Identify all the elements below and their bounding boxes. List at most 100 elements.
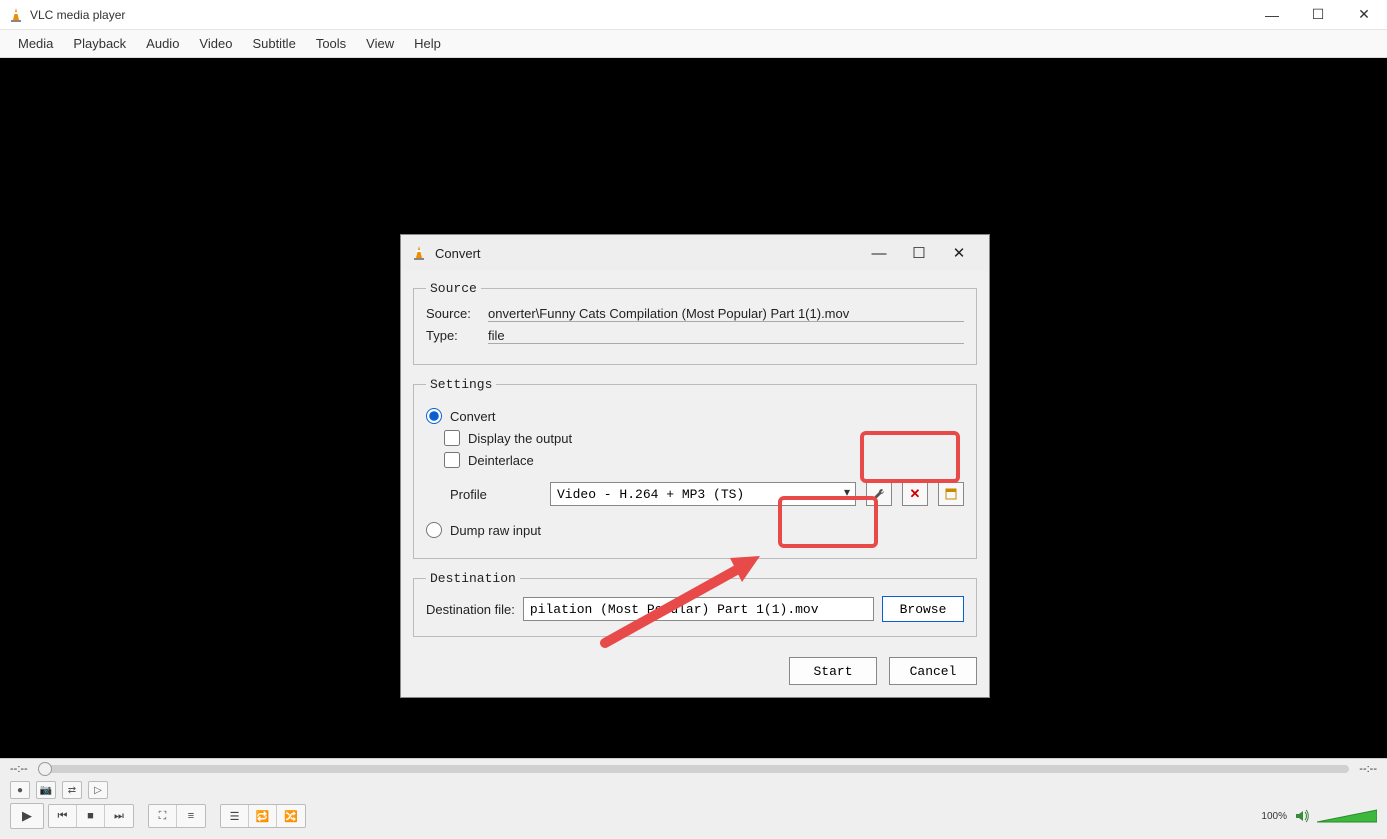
type-label: Type:	[426, 328, 488, 344]
skip-forward-icon: ⏭	[114, 810, 124, 823]
window-controls: — ☐ ✕	[1249, 0, 1387, 30]
video-area: Convert — ☐ ✕ Source Source: onverter\Fu…	[0, 58, 1387, 758]
volume-slider[interactable]	[1317, 808, 1377, 824]
convert-minimize-button[interactable]: —	[859, 238, 899, 268]
remaining-time: --:--	[1359, 763, 1377, 775]
dump-radio-label: Dump raw input	[450, 523, 541, 538]
minimize-button[interactable]: —	[1249, 0, 1295, 30]
stop-button[interactable]: ■	[77, 805, 105, 827]
previous-button[interactable]: ⏮	[49, 805, 77, 827]
menu-subtitle[interactable]: Subtitle	[242, 32, 305, 55]
destination-file-input[interactable]	[523, 597, 874, 621]
fullscreen-button[interactable]: ⛶	[149, 805, 177, 827]
menu-audio[interactable]: Audio	[136, 32, 189, 55]
start-button[interactable]: Start	[789, 657, 877, 685]
loop-icon: 🔁	[256, 810, 270, 823]
menu-bar: Media Playback Audio Video Subtitle Tool…	[0, 30, 1387, 58]
convert-maximize-button[interactable]: ☐	[899, 238, 939, 268]
convert-dialog-title: Convert	[435, 246, 859, 261]
display-output-label: Display the output	[468, 431, 572, 446]
maximize-button[interactable]: ☐	[1295, 0, 1341, 30]
frame-step-button[interactable]: ▷	[88, 781, 108, 799]
source-value: onverter\Funny Cats Compilation (Most Po…	[488, 306, 964, 322]
destination-file-label: Destination file:	[426, 602, 515, 617]
vlc-cone-icon	[8, 7, 24, 23]
source-label: Source:	[426, 306, 488, 322]
deinterlace-label: Deinterlace	[468, 453, 534, 468]
stop-icon: ■	[87, 810, 94, 822]
window-title: VLC media player	[30, 8, 1249, 22]
shuffle-button[interactable]: 🔀	[277, 805, 305, 827]
skip-back-icon: ⏮	[58, 810, 68, 823]
small-button-row: ● 📷 ⇄ ▷	[0, 779, 1387, 801]
main-button-row: ▶ ⏮ ■ ⏭ ⛶ ≡ ☰ 🔁 🔀 100%	[0, 801, 1387, 831]
dump-radio[interactable]	[426, 522, 442, 538]
convert-body: Source Source: onverter\Funny Cats Compi…	[401, 271, 989, 697]
delete-profile-button[interactable]: ✕	[902, 482, 928, 506]
menu-tools[interactable]: Tools	[306, 32, 356, 55]
menu-help[interactable]: Help	[404, 32, 451, 55]
loop-button[interactable]: 🔁	[249, 805, 277, 827]
menu-view[interactable]: View	[356, 32, 404, 55]
next-button[interactable]: ⏭	[105, 805, 133, 827]
menu-media[interactable]: Media	[8, 32, 63, 55]
snapshot-button[interactable]: 📷	[36, 781, 56, 799]
x-icon: ✕	[910, 486, 921, 502]
cancel-button[interactable]: Cancel	[889, 657, 977, 685]
elapsed-time: --:--	[10, 763, 28, 775]
playlist-button[interactable]: ☰	[221, 805, 249, 827]
dialog-button-row: Start Cancel	[413, 649, 977, 685]
destination-fieldset: Destination Destination file: Browse	[413, 571, 977, 637]
playlist-icon: ☰	[230, 810, 240, 823]
record-button[interactable]: ●	[10, 781, 30, 799]
vlc-cone-icon	[411, 245, 427, 261]
dump-radio-row[interactable]: Dump raw input	[426, 522, 964, 538]
profile-row: Profile ✕	[450, 482, 964, 506]
deinterlace-row[interactable]: Deinterlace	[444, 452, 964, 468]
settings-legend: Settings	[426, 377, 496, 392]
new-profile-button[interactable]	[938, 482, 964, 506]
browse-button[interactable]: Browse	[882, 596, 964, 622]
seek-thumb[interactable]	[38, 762, 52, 776]
source-fieldset: Source Source: onverter\Funny Cats Compi…	[413, 281, 977, 365]
main-title-bar: VLC media player — ☐ ✕	[0, 0, 1387, 30]
fullscreen-icon: ⛶	[159, 810, 167, 823]
record-icon: ●	[17, 785, 23, 796]
equalizer-icon: ≡	[188, 810, 194, 822]
shuffle-icon: 🔀	[284, 810, 298, 823]
type-value: file	[488, 328, 964, 344]
profile-label: Profile	[450, 487, 540, 502]
close-button[interactable]: ✕	[1341, 0, 1387, 30]
seek-slider[interactable]	[38, 765, 1350, 773]
atob-loop-button[interactable]: ⇄	[62, 781, 82, 799]
source-legend: Source	[426, 281, 481, 296]
wrench-icon	[872, 487, 886, 501]
volume-percent: 100%	[1261, 811, 1287, 822]
bottom-bar: --:-- --:-- ● 📷 ⇄ ▷ ▶ ⏮ ■ ⏭ ⛶ ≡ ☰ 🔁 🔀 10…	[0, 758, 1387, 839]
settings-fieldset: Settings Convert Display the output Dein…	[413, 377, 977, 559]
camera-icon: 📷	[40, 785, 52, 796]
menu-video[interactable]: Video	[189, 32, 242, 55]
volume-area: 100%	[1261, 807, 1377, 825]
convert-dialog: Convert — ☐ ✕ Source Source: onverter\Fu…	[400, 234, 990, 698]
frame-step-icon: ▷	[94, 785, 102, 796]
display-output-checkbox[interactable]	[444, 430, 460, 446]
deinterlace-checkbox[interactable]	[444, 452, 460, 468]
play-icon: ▶	[22, 808, 32, 824]
convert-radio[interactable]	[426, 408, 442, 424]
loop-ab-icon: ⇄	[68, 785, 76, 796]
edit-profile-button[interactable]	[866, 482, 892, 506]
speaker-icon[interactable]	[1293, 807, 1311, 825]
convert-radio-row[interactable]: Convert	[426, 408, 964, 424]
extended-settings-button[interactable]: ≡	[177, 805, 205, 827]
menu-playback[interactable]: Playback	[63, 32, 136, 55]
convert-title-bar: Convert — ☐ ✕	[401, 235, 989, 271]
profile-select[interactable]	[550, 482, 856, 506]
destination-legend: Destination	[426, 571, 520, 586]
convert-close-button[interactable]: ✕	[939, 238, 979, 268]
seek-row: --:-- --:--	[0, 759, 1387, 779]
play-button[interactable]: ▶	[10, 803, 44, 829]
convert-radio-label: Convert	[450, 409, 496, 424]
display-output-row[interactable]: Display the output	[444, 430, 964, 446]
new-profile-icon	[944, 487, 958, 501]
